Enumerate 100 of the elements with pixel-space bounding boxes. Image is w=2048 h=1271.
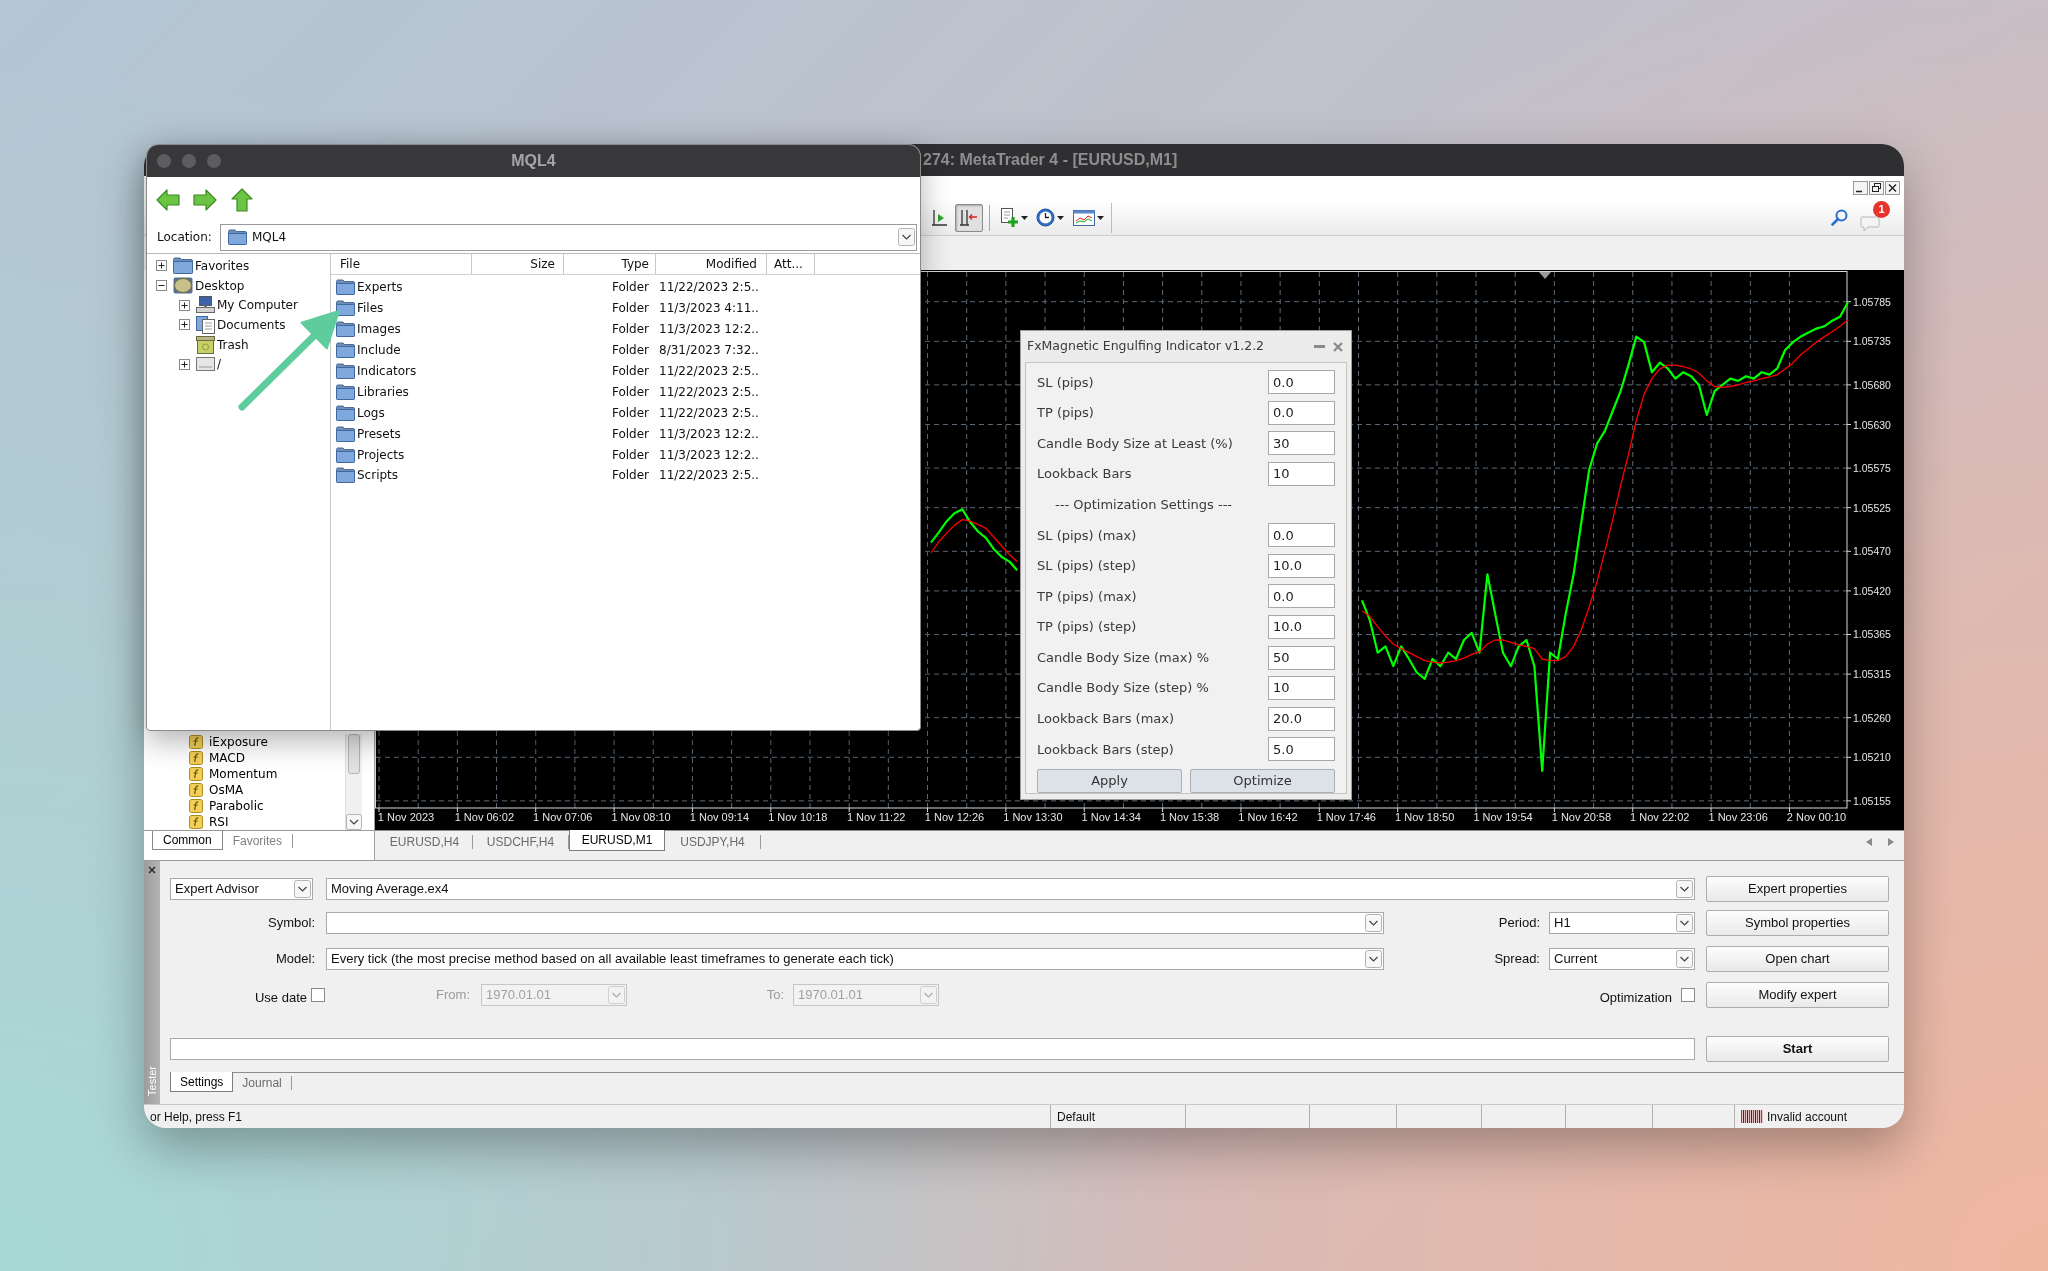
chevron-down-icon bbox=[920, 986, 937, 1004]
scroll-right-icon[interactable] bbox=[1888, 838, 1894, 846]
folder-icon bbox=[336, 425, 355, 442]
chart-tab[interactable]: EURUSD,H4 bbox=[377, 835, 473, 849]
setting-input[interactable]: 0.0 bbox=[1268, 584, 1335, 609]
expand-icon[interactable] bbox=[179, 319, 190, 331]
navigator-item[interactable]: Momentum bbox=[209, 767, 278, 781]
setting-input[interactable]: 5.0 bbox=[1268, 737, 1335, 762]
optimization-checkbox[interactable] bbox=[1681, 988, 1695, 1002]
price-axis-label: 1.05315 bbox=[1853, 668, 1891, 681]
setting-input[interactable]: 10 bbox=[1268, 462, 1335, 487]
setting-input[interactable]: 0.0 bbox=[1268, 370, 1335, 395]
chevron-down-icon bbox=[1365, 950, 1382, 968]
time-axis-label: 1 Nov 15:38 bbox=[1159, 811, 1220, 823]
file-type: Folder bbox=[611, 279, 649, 297]
side-button[interactable]: Symbol properties bbox=[1706, 910, 1889, 936]
setting-input[interactable]: 10.0 bbox=[1268, 615, 1335, 640]
close-icon[interactable] bbox=[1885, 181, 1900, 195]
file-name[interactable]: Indicators bbox=[357, 362, 417, 380]
navigator-tab[interactable]: Common bbox=[152, 831, 223, 850]
scrollbar[interactable] bbox=[345, 734, 362, 830]
file-name[interactable]: Experts bbox=[357, 278, 403, 297]
column-header[interactable]: Modified bbox=[656, 254, 767, 274]
notifications-button[interactable]: 1 bbox=[1860, 203, 1890, 232]
start-button[interactable]: Start bbox=[1706, 1036, 1889, 1062]
column-header[interactable]: Size bbox=[472, 254, 564, 274]
setting-input[interactable]: 30 bbox=[1268, 431, 1335, 456]
tester-tab[interactable]: Journal bbox=[233, 1076, 292, 1090]
expert-dropdown[interactable]: Moving Average.ex4 bbox=[326, 878, 1695, 900]
up-button[interactable] bbox=[230, 188, 254, 212]
search-icon[interactable] bbox=[1831, 209, 1848, 226]
collapse-icon[interactable] bbox=[156, 280, 167, 292]
side-button[interactable]: Expert properties bbox=[1706, 876, 1889, 902]
file-name[interactable]: Presets bbox=[357, 424, 401, 443]
file-name[interactable]: Images bbox=[357, 320, 401, 339]
side-button[interactable]: Open chart bbox=[1706, 946, 1889, 972]
tree-item-label[interactable]: Documents bbox=[217, 315, 286, 334]
minimize-icon[interactable] bbox=[1853, 181, 1868, 195]
folder-icon bbox=[336, 279, 355, 296]
program-type-dropdown[interactable]: Expert Advisor bbox=[170, 878, 313, 900]
scroll-left-icon[interactable] bbox=[1866, 838, 1872, 846]
tree-item-label[interactable]: Favorites bbox=[195, 256, 250, 275]
file-name[interactable]: Include bbox=[357, 341, 401, 360]
notification-badge: 1 bbox=[1873, 200, 1890, 218]
navigator-item[interactable]: OsMA bbox=[209, 783, 244, 797]
setting-input[interactable]: 10.0 bbox=[1268, 553, 1335, 578]
setting-input[interactable]: 50 bbox=[1268, 645, 1335, 670]
close-icon[interactable] bbox=[148, 866, 156, 874]
scroll-down-icon[interactable] bbox=[346, 814, 362, 830]
chart-tab[interactable]: USDJPY,H4 bbox=[665, 835, 761, 849]
spread-dropdown[interactable]: Current bbox=[1549, 948, 1695, 970]
auto-scroll-button[interactable] bbox=[955, 203, 983, 232]
navigator-item[interactable]: iExposure bbox=[209, 735, 268, 749]
window-title: 274: MetaTrader 4 - [EURUSD,M1] bbox=[923, 150, 1178, 170]
back-button[interactable] bbox=[156, 188, 180, 212]
tree-item-label[interactable]: / bbox=[217, 355, 222, 374]
field-label: Use date bbox=[254, 989, 307, 1008]
field-label: Spread: bbox=[1494, 950, 1540, 969]
tree-item-label[interactable]: Trash bbox=[217, 335, 249, 354]
expand-icon[interactable] bbox=[179, 358, 190, 370]
dialog-button[interactable]: Apply bbox=[1037, 768, 1182, 793]
navigator-item[interactable]: Parabolic bbox=[209, 799, 264, 813]
chart-tab[interactable]: EURUSD,M1 bbox=[569, 830, 665, 851]
period-dropdown[interactable]: H1 bbox=[1549, 912, 1695, 934]
column-header[interactable]: Att... bbox=[767, 254, 815, 274]
trash-icon bbox=[196, 335, 215, 354]
file-name[interactable]: Scripts bbox=[357, 466, 399, 485]
location-label: Location: bbox=[157, 229, 212, 246]
column-header[interactable]: Type bbox=[564, 254, 656, 274]
tree-item-label[interactable]: My Computer bbox=[217, 296, 298, 315]
file-type: Folder bbox=[611, 342, 649, 360]
folder-icon bbox=[228, 229, 247, 245]
file-name[interactable]: Files bbox=[357, 299, 384, 318]
expand-icon[interactable] bbox=[156, 260, 167, 272]
setting-input[interactable]: 0.0 bbox=[1268, 523, 1335, 548]
model-dropdown[interactable]: Every tick (the most precise method based on all available least timeframes to generate each tick) bbox=[326, 948, 1384, 970]
file-type: Folder bbox=[611, 300, 649, 318]
navigator-item[interactable]: RSI bbox=[209, 815, 229, 829]
column-header[interactable]: File bbox=[331, 254, 472, 274]
tree-item-label[interactable]: Desktop bbox=[195, 276, 245, 295]
profile-name: Default bbox=[1057, 1108, 1096, 1126]
file-name[interactable]: Libraries bbox=[357, 382, 409, 401]
navigator-item[interactable]: MACD bbox=[209, 751, 245, 765]
location-dropdown[interactable]: MQL4 bbox=[220, 223, 917, 251]
restore-icon[interactable] bbox=[1869, 181, 1884, 195]
tester-tab[interactable]: Settings bbox=[170, 1072, 234, 1092]
scrollbar-thumb[interactable] bbox=[348, 734, 360, 774]
forward-button[interactable] bbox=[193, 188, 217, 212]
side-button[interactable]: Modify expert bbox=[1706, 982, 1889, 1008]
chevron-down-icon bbox=[1676, 880, 1693, 898]
setting-input[interactable]: 10 bbox=[1268, 676, 1335, 701]
dialog-button[interactable]: Optimize bbox=[1190, 768, 1335, 793]
use-date-checkbox[interactable] bbox=[311, 988, 325, 1002]
setting-input[interactable]: 0.0 bbox=[1268, 400, 1335, 425]
navigator-tab[interactable]: Favorites bbox=[222, 834, 294, 848]
folder-icon bbox=[336, 342, 355, 359]
setting-input[interactable]: 20.0 bbox=[1268, 706, 1335, 731]
expand-icon[interactable] bbox=[179, 299, 190, 311]
file-name[interactable]: Logs bbox=[357, 403, 385, 422]
file-name[interactable]: Projects bbox=[357, 445, 405, 464]
